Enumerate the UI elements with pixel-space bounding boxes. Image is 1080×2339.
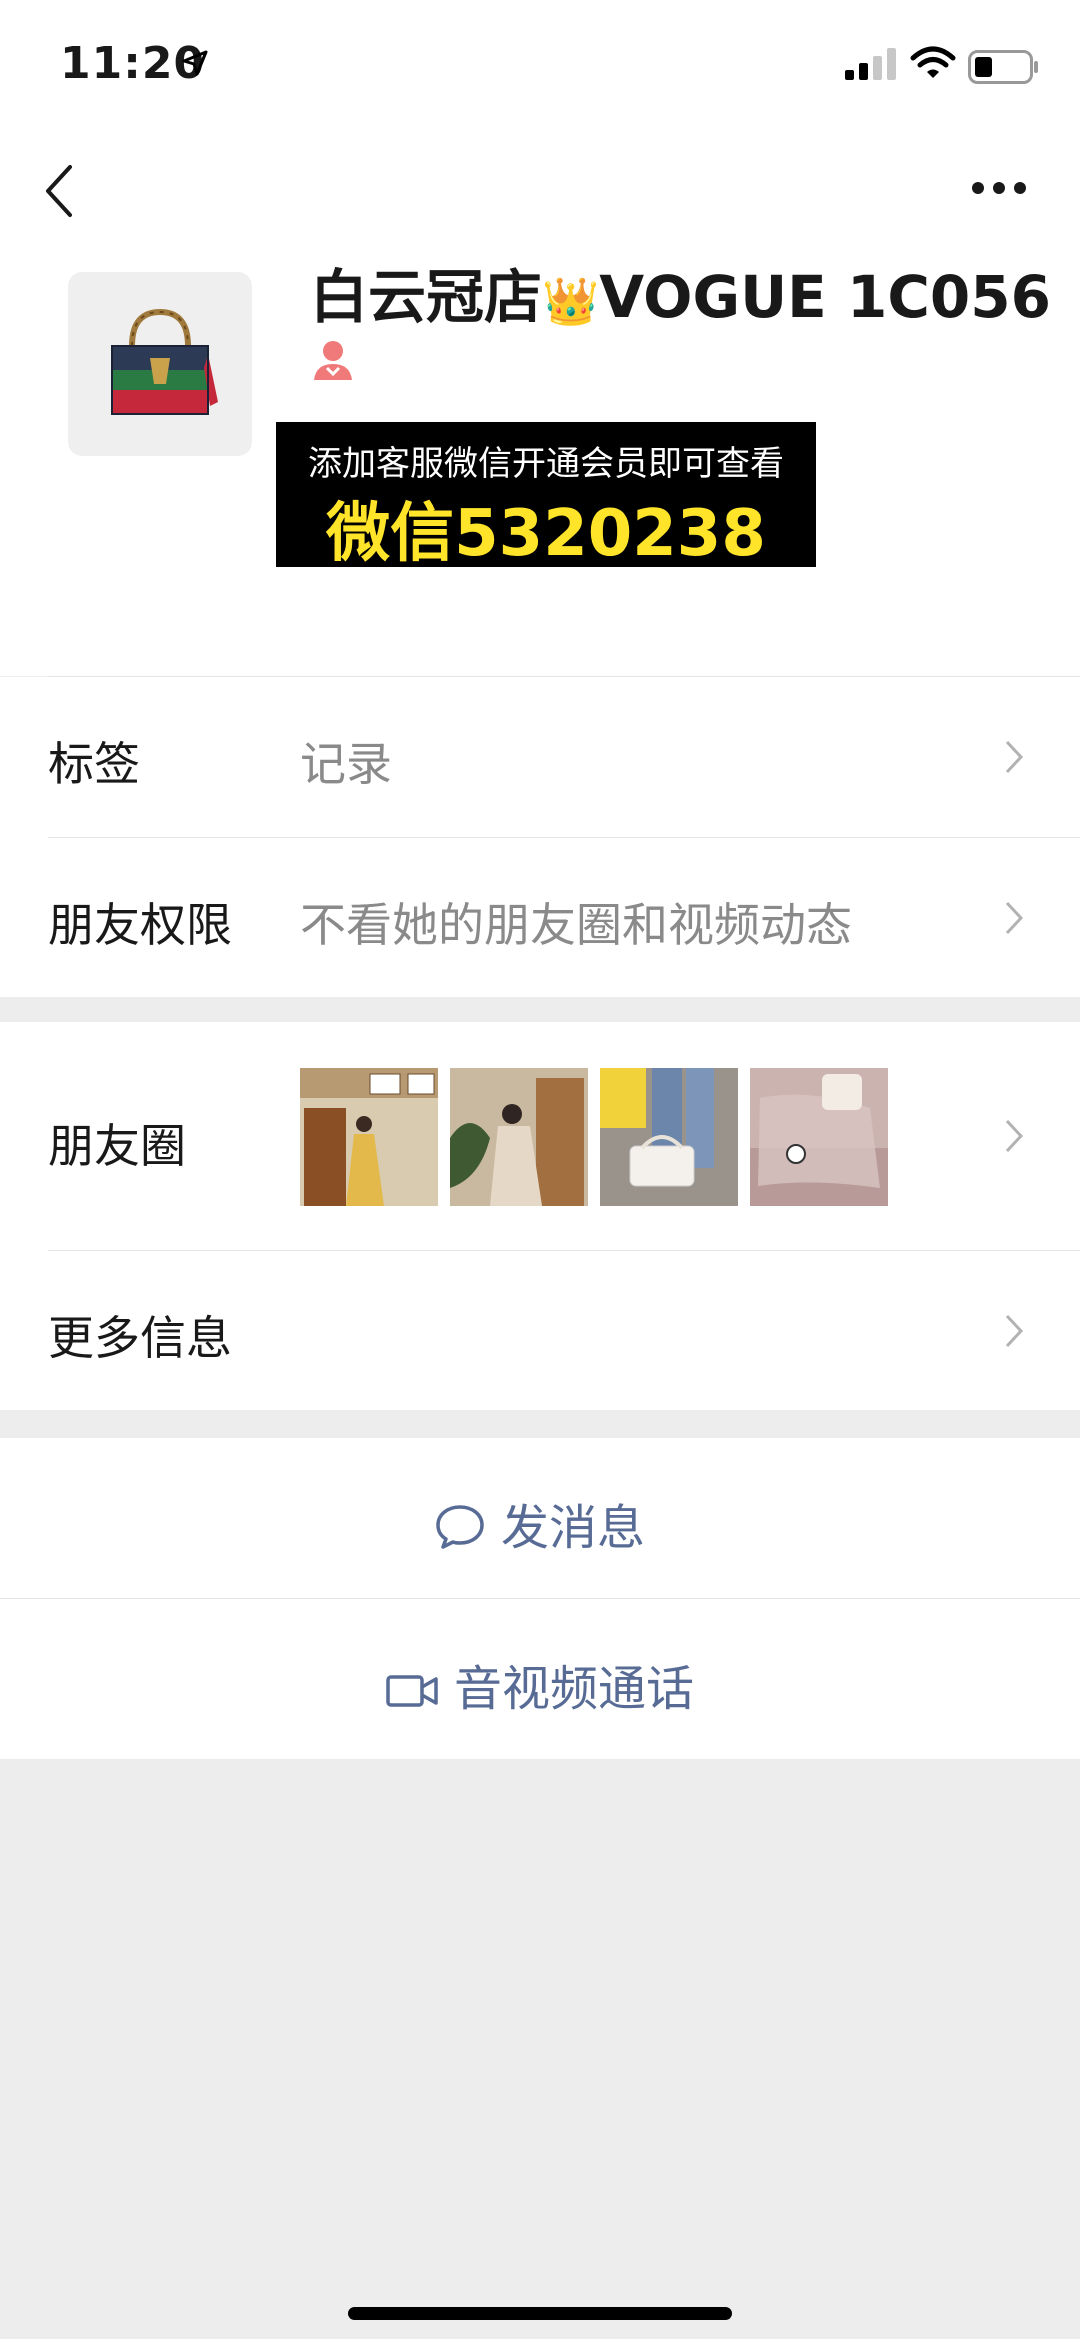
moments-photo[interactable] — [300, 1068, 438, 1206]
send-message-label: 发消息 — [500, 1500, 645, 1556]
moments-photo[interactable] — [600, 1068, 738, 1206]
chevron-right-icon — [1005, 1119, 1024, 1153]
promo-banner-line1: 添加客服微信开通会员即可查看 — [308, 444, 784, 484]
video-call-label: 音视频通话 — [453, 1661, 694, 1717]
video-call-action: 音视频通话 — [0, 1649, 1080, 1719]
info-section: 标签 记录 朋友权限 不看她的朋友圈和视频动态 — [0, 677, 1080, 997]
video-camera-icon — [386, 1675, 438, 1707]
location-arrow-icon — [182, 50, 208, 80]
avatar[interactable] — [68, 272, 252, 456]
handbag-image — [111, 308, 218, 415]
send-message-action: 发消息 — [0, 1488, 1080, 1558]
row-tags-value: 记录 — [300, 737, 392, 791]
profile-name-suffix: VOGUE 1C056 — [599, 263, 1051, 331]
profile-name-text: 白云冠店 — [310, 263, 543, 331]
chevron-left-icon — [46, 165, 72, 217]
row-permissions-value: 不看她的朋友圈和视频动态 — [300, 898, 852, 952]
promo-banner-line2: 微信5320238 — [326, 497, 766, 571]
row-more-info-label: 更多信息 — [48, 1311, 232, 1365]
cellular-signal-icon — [845, 48, 901, 84]
row-tags-label: 标签 — [48, 737, 140, 791]
battery-icon — [968, 50, 1040, 88]
profile-name: 白云冠店👑VOGUE 1C056 — [310, 250, 1051, 334]
back-button[interactable] — [44, 163, 74, 223]
moments-photo[interactable] — [750, 1068, 888, 1206]
row-permissions[interactable]: 朋友权限 不看她的朋友圈和视频动态 — [0, 838, 1080, 997]
wifi-icon — [910, 46, 956, 84]
chevron-right-icon — [1005, 740, 1024, 774]
row-more-info[interactable]: 更多信息 — [0, 1251, 1080, 1410]
send-message-button[interactable]: 发消息 — [0, 1438, 1080, 1598]
chevron-right-icon — [1005, 901, 1024, 935]
more-button[interactable] — [970, 180, 1028, 200]
row-tags[interactable]: 标签 记录 — [0, 677, 1080, 837]
home-indicator[interactable] — [348, 2307, 732, 2320]
row-permissions-label: 朋友权限 — [48, 898, 232, 952]
row-moments-label: 朋友圈 — [48, 1119, 186, 1173]
female-user-icon — [310, 338, 356, 388]
crown-emoji: 👑 — [542, 274, 600, 328]
more-dots-icon — [972, 182, 1026, 194]
video-call-button[interactable]: 音视频通话 — [0, 1599, 1080, 1759]
chevron-right-icon — [1005, 1314, 1024, 1348]
moments-photo[interactable] — [450, 1068, 588, 1206]
chat-bubble-icon — [436, 1505, 484, 1549]
promo-banner: 添加客服微信开通会员即可查看 微信5320238 — [276, 422, 816, 571]
